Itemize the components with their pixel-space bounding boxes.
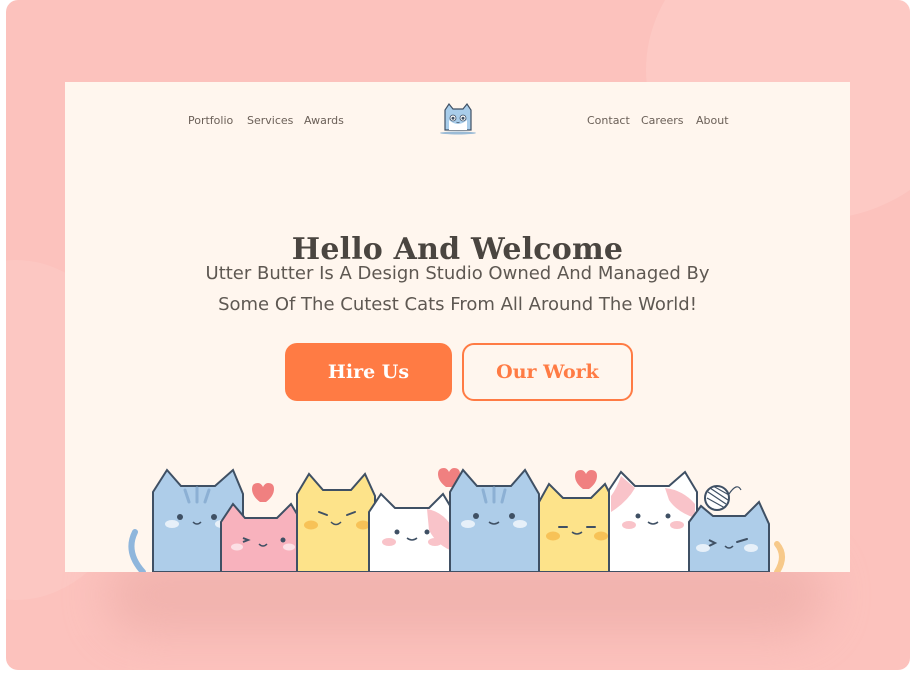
nav-link-about[interactable]: About [696, 114, 729, 127]
hero-title: Hello And Welcome [291, 232, 624, 268]
yarn-ball-icon [704, 485, 742, 511]
our-work-button[interactable]: Our Work [462, 343, 633, 401]
nav-link-portfolio[interactable]: Portfolio [188, 114, 233, 127]
cat-illustration-blue-3 [688, 500, 770, 572]
cat-illustration-white-2 [608, 470, 698, 572]
landing-page: Portfolio Services Awards Contact Career… [65, 82, 850, 572]
cat-illustration-yellow-2 [538, 482, 616, 572]
hero-subtitle-line2: Some Of The Cutest Cats From All Around … [218, 294, 697, 315]
cat-illustration-blue-2 [449, 468, 540, 572]
cat-illustration-pink [220, 502, 304, 572]
cat-illustration-white [368, 492, 456, 572]
hero-subtitle-line1: Utter Butter Is A Design Studio Owned An… [205, 263, 710, 284]
nav-link-contact[interactable]: Contact [587, 114, 630, 127]
cat-illustration-yellow [296, 472, 376, 572]
nav-link-awards[interactable]: Awards [304, 114, 344, 127]
hire-us-button[interactable]: Hire Us [285, 343, 452, 401]
nav-link-services[interactable]: Services [247, 114, 293, 127]
cats-illustration [128, 468, 785, 572]
nav-link-careers[interactable]: Careers [641, 114, 684, 127]
cat-logo-icon[interactable] [438, 100, 478, 136]
